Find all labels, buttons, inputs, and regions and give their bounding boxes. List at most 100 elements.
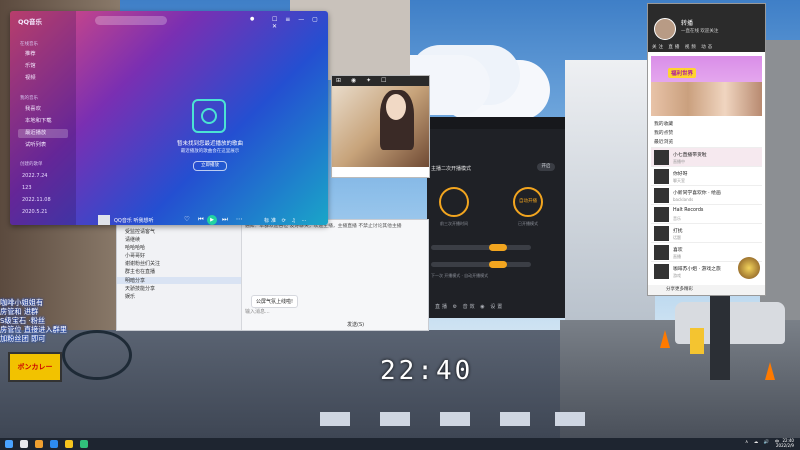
user-avatar[interactable]: ●	[250, 16, 254, 22]
dark-app-left-circle[interactable]	[439, 187, 469, 217]
artwork-face	[386, 94, 406, 120]
dark-app-note: 下一次 开播模式 · 自动开播模式	[431, 273, 489, 278]
dark-app-titlebar[interactable]	[427, 117, 565, 129]
chat-bubble: 公屏气氛上线啦!	[251, 295, 299, 308]
search-icon[interactable]	[20, 440, 28, 448]
profile-tagline: 一直在线 欢迎关注	[681, 29, 719, 34]
album-cover[interactable]	[98, 215, 110, 225]
conversation-item[interactable]: 请继续	[125, 236, 140, 243]
message-input[interactable]: 输入消息...	[245, 308, 425, 318]
dark-app-slider[interactable]	[431, 261, 531, 268]
dark-app-slider-knob[interactable]	[489, 244, 507, 251]
empty-state-subtitle: 最近播放的歌曲会在这里展示	[180, 149, 240, 154]
sidebar-item-video[interactable]: 视频	[18, 74, 68, 83]
wallpaper-cone	[660, 330, 670, 348]
image-viewer-window: ⊞ ◉ ✦ ☐	[331, 75, 430, 178]
dark-app-footer[interactable]: 直播 ⚙ 音效 ◉ 设置	[435, 303, 504, 310]
qq-icon[interactable]	[65, 440, 73, 448]
now-playing-title: QQ音乐 听我想听	[114, 218, 154, 224]
search-input[interactable]	[95, 16, 167, 25]
playlist-item[interactable]: 2022.11.08	[22, 197, 51, 203]
playlist-item[interactable]: 123	[22, 185, 32, 191]
dark-app-left-caption: 前三次开播时间	[440, 221, 468, 226]
music-icon[interactable]	[80, 440, 88, 448]
sidebar-item-local[interactable]: 本地和下载	[18, 117, 68, 126]
empty-state-title: 暂未找到您最近播放的歌曲	[176, 141, 243, 147]
dark-app-right-caption: 已开播模式	[518, 221, 538, 226]
sidebar-item-trial[interactable]: 试听列表	[18, 141, 68, 150]
conversation-item[interactable]: 受监控请客气	[125, 228, 155, 235]
sidebar-section-title: 在线音乐	[20, 42, 38, 47]
prev-next-icons[interactable]: ♡ ⏮	[184, 215, 207, 224]
dark-app-toggle[interactable]: 开启	[537, 163, 555, 171]
conversation-item[interactable]: 谢谢粉丝们关注	[125, 260, 160, 267]
sidebar-section-title: 我的音乐	[20, 96, 38, 101]
player-bar: QQ音乐 听我想听 ♡ ⏮ ▶ ⏭ ⋯ 标准 ⟳ ♫ ⋯	[76, 215, 328, 225]
wallpaper-building-far-right	[760, 40, 800, 340]
danmaku-line: 房管位 直接进入群里	[0, 325, 67, 334]
browser-icon[interactable]	[50, 440, 58, 448]
dark-app-slider-knob[interactable]	[489, 261, 507, 268]
sidebar-section-title: 创建的歌单	[20, 162, 43, 167]
profile-header: 转播 一直在线 欢迎关注 关注 直播 视频 动态	[648, 4, 765, 52]
dark-app-auto-circle[interactable]: 自动开播	[513, 187, 543, 217]
start-icon[interactable]	[5, 440, 13, 448]
play-button[interactable]: ▶	[207, 215, 217, 225]
music-disc-icon	[192, 99, 226, 133]
game-badge-icon[interactable]	[738, 257, 760, 279]
list-item[interactable]: 打扰 话题	[651, 223, 762, 243]
conversation-item[interactable]: 哈哈哈哈	[125, 244, 145, 251]
sidebar-item-hall[interactable]: 乐馆	[18, 62, 68, 71]
list-item[interactable]: 你好呀 聊天室	[651, 166, 762, 186]
menu-item[interactable]: 我的收藏	[654, 120, 673, 127]
list-item[interactable]: 小七直播带货啦 直播中	[651, 147, 762, 167]
profile-tabs[interactable]: 关注 直播 视频 动态	[652, 44, 714, 50]
sidebar-item-recommend[interactable]: 推荐	[18, 50, 68, 59]
taskbar: ∧ ☁ 🔊 中 22:40 2022/2/9	[0, 438, 800, 450]
desktop-clock-overlay: 22:40	[380, 356, 474, 386]
menu-item[interactable]: 最近浏览	[654, 138, 673, 145]
danmaku-overlay: 咖啡小姐姐有 房管和 进群 S级宝石 ·粉丝 房管位 直接进入群里 加粉丝团 即…	[0, 298, 80, 343]
conversation-item[interactable]: 小哥哥好	[125, 252, 145, 259]
wallpaper-building-right	[565, 60, 655, 320]
bottom-bar[interactable]: 分享更多精彩	[648, 285, 765, 295]
play-now-button[interactable]: 立即播放	[193, 161, 227, 171]
sidebar-item-liked[interactable]: 我喜欢	[18, 105, 68, 114]
qq-music-logo: QQ音乐	[18, 18, 43, 26]
wallpaper-barrier	[690, 328, 704, 354]
menu-item[interactable]: 我的点赞	[654, 129, 673, 136]
dark-streaming-app: 主播二次开播模式 开启 自动开播 前三次开播时间 已开播模式 下一次 开播模式 …	[427, 117, 565, 318]
explorer-icon[interactable]	[35, 440, 43, 448]
list-item[interactable]: 小新同学喜欢你 · 绘画 backlands	[651, 185, 762, 205]
dark-app-slider[interactable]	[431, 244, 531, 251]
playlist-item[interactable]: 2022.7.24	[22, 173, 47, 179]
conversation-item-selected[interactable]: 明暗分享	[117, 277, 241, 284]
image-viewer-toolbar[interactable]: ⊞ ◉ ✦ ☐	[332, 76, 429, 86]
qq-music-window: QQ音乐 在线音乐 推荐 乐馆 视频 我的音乐 我喜欢 本地和下载 最近播放 试…	[10, 11, 328, 225]
player-tools[interactable]: 标准 ⟳ ♫ ⋯	[264, 217, 308, 224]
list-item[interactable]: Halt Records 音乐	[651, 204, 762, 224]
taskbar-clock[interactable]: 22:40 2022/2/9	[776, 438, 794, 448]
playlist-item[interactable]: 2020.5.21	[22, 209, 47, 215]
send-button[interactable]: 发送(S)	[347, 321, 364, 328]
wallpaper-shop-sign: ボンカレー	[8, 352, 62, 382]
dark-app-header: 主播二次开播模式	[431, 166, 472, 172]
conversation-item[interactable]: 群主也在直播	[125, 268, 155, 275]
danmaku-line: 加粉丝团 即可	[0, 334, 46, 343]
conversation-item[interactable]: 天骄技能分享	[125, 285, 155, 292]
conversation-item[interactable]: 娱乐	[125, 293, 135, 300]
window-controls[interactable]: ☐ ≡ — ▢ ✕	[272, 16, 328, 30]
qq-music-sidebar: QQ音乐 在线音乐 推荐 乐馆 视频 我的音乐 我喜欢 本地和下载 最近播放 试…	[10, 11, 76, 225]
phone-app-window: 转播 一直在线 欢迎关注 关注 直播 视频 动态 福利世界 我的收藏 我的点赞 …	[647, 3, 766, 296]
profile-name: 转播	[681, 20, 694, 27]
danmaku-line: 房管和 进群	[0, 307, 39, 316]
taskbar-date: 2022/2/9	[776, 443, 794, 448]
banner-title: 福利世界	[668, 68, 697, 78]
sidebar-item-recent[interactable]: 最近播放	[18, 129, 68, 138]
danmaku-line: S级宝石 ·粉丝	[0, 316, 46, 325]
banner-image	[651, 82, 762, 116]
avatar[interactable]	[654, 18, 676, 40]
wallpaper-cone	[765, 362, 775, 380]
conversation-list: 受监控请客气 请继续 哈哈哈哈 小哥哥好 谢谢粉丝们关注 群主也在直播 明暗分享…	[117, 220, 242, 330]
next-icon[interactable]: ⏭ ⋯	[222, 215, 245, 224]
